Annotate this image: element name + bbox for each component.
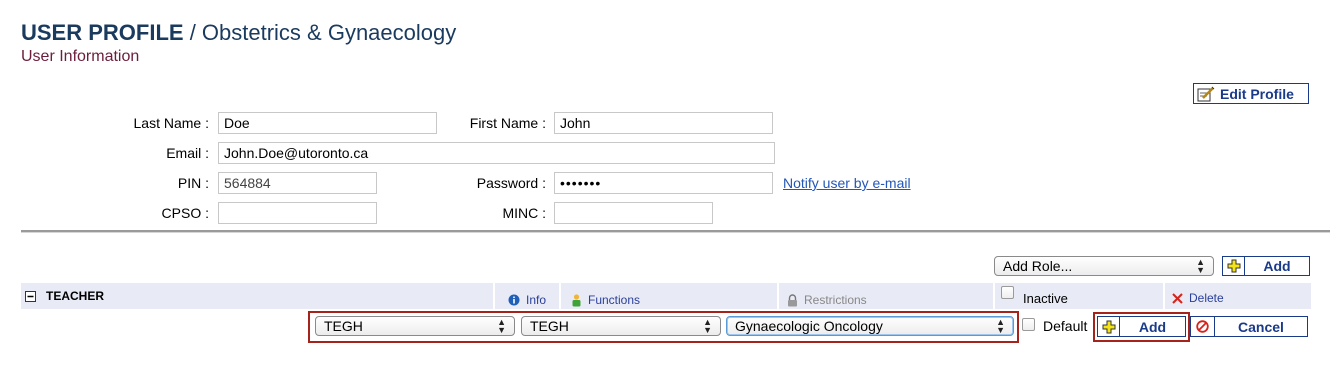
add-role-select[interactable]: Add Role... ▲ ▼ [994,256,1214,276]
add-role-label: Add [1263,258,1291,274]
info-label: Info [525,293,546,307]
select-arrows-icon: ▲ ▼ [703,317,712,335]
delete-label: Delete [1189,291,1224,305]
restrictions-label: Restrictions [804,293,867,307]
pin-label: PIN : [177,175,209,191]
pin-field[interactable]: 564884 [218,172,377,194]
site-select-2-value: TEGH [530,318,569,334]
add-role-assignment-button[interactable]: Add [1097,316,1186,337]
functions-label: Functions [588,293,641,307]
inactive-cell: Inactive [995,283,1163,309]
lock-restrictions-icon [787,293,798,307]
default-label: Default [1043,318,1088,334]
minc-field[interactable] [554,202,713,224]
minc-label: MINC : [502,205,546,221]
cancel-button[interactable]: Cancel [1190,316,1308,337]
delete-x-icon [1172,292,1183,304]
cpso-label: CPSO : [161,205,209,221]
select-arrows-icon: ▲ ▼ [497,317,506,335]
edit-note-icon [1197,86,1215,102]
page-title-bold: USER PROFILE [21,20,184,45]
notify-user-link[interactable]: Notify user by e-mail [783,175,911,191]
functions-tab[interactable]: Functions [561,283,777,309]
add-role-assignment-label: Add [1138,318,1167,335]
add-plus-icon [1098,317,1120,336]
page-title: USER PROFILE / Obstetrics & Gynaecology [21,20,456,46]
page-title-department: / Obstetrics & Gynaecology [183,20,457,45]
select-arrows-icon: ▲ ▼ [1196,257,1205,275]
add-role-button[interactable]: Add [1222,256,1310,276]
email-field[interactable]: John.Doe@utoronto.ca [218,142,775,164]
select-arrows-icon: ▲ ▼ [996,317,1005,335]
add-role-select-value: Add Role... [1003,258,1073,274]
role-title: TEACHER [46,289,105,303]
edit-profile-button[interactable]: Edit Profile [1193,83,1309,104]
site-select-1-value: TEGH [324,318,363,334]
page-subtitle: User Information [21,48,140,65]
cancel-label: Cancel [1238,318,1284,335]
first-name-label: First Name : [469,115,546,131]
inactive-label: Inactive [1023,291,1068,306]
cancel-circle-icon [1191,317,1215,336]
cpso-field[interactable] [218,202,377,224]
add-plus-icon [1223,257,1245,275]
last-name-field[interactable]: Doe [218,112,437,134]
last-name-label: Last Name : [133,115,209,131]
section-divider [21,230,1330,233]
role-header-bar: TEACHER Info Functions Restrictions Inac… [21,283,1311,309]
info-icon [508,294,520,306]
role-title-cell: TEACHER [21,283,493,309]
restrictions-tab[interactable]: Restrictions [779,283,993,309]
inactive-checkbox[interactable] [1001,286,1014,299]
email-label: Email : [166,145,209,161]
site-select-1[interactable]: TEGH ▲ ▼ [315,316,515,336]
division-select[interactable]: Gynaecologic Oncology ▲ ▼ [726,316,1014,336]
delete-tab[interactable]: Delete [1165,283,1311,309]
collapse-minus-icon[interactable] [25,290,36,302]
password-label: Password : [476,175,546,191]
user-functions-icon [571,293,582,307]
default-checkbox[interactable] [1022,318,1035,331]
first-name-field[interactable]: John [554,112,773,134]
division-select-value: Gynaecologic Oncology [735,318,883,334]
edit-profile-label: Edit Profile [1220,85,1294,102]
password-field[interactable]: ••••••• [554,172,773,194]
site-select-2[interactable]: TEGH ▲ ▼ [521,316,721,336]
info-tab[interactable]: Info [495,283,559,309]
